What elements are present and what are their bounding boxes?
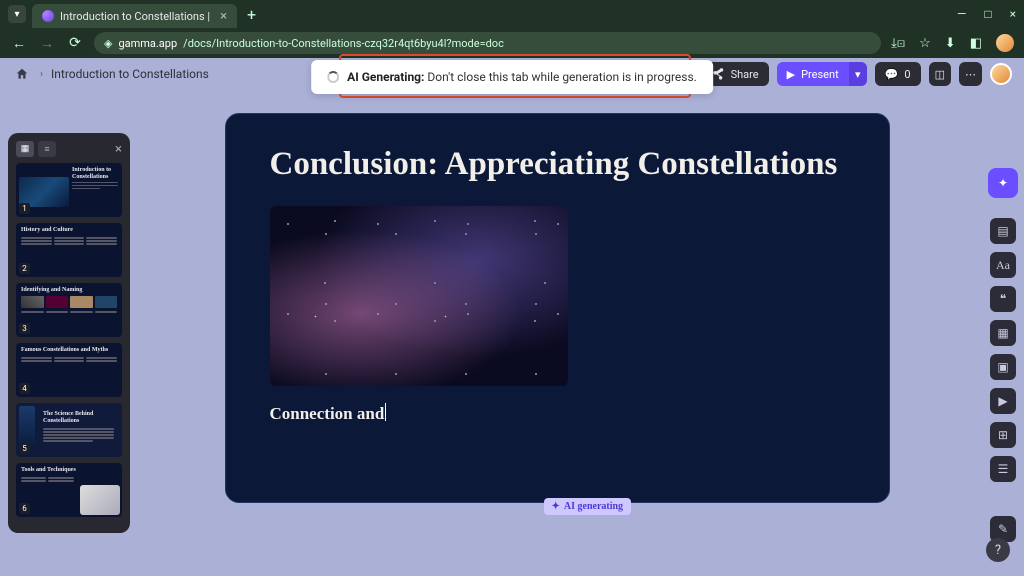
site-info-icon[interactable]: ◈ — [104, 37, 112, 50]
pencil-icon: ✎ — [998, 522, 1008, 536]
forward-button[interactable]: → — [38, 35, 56, 52]
text-aa-icon: Aa — [996, 258, 1010, 273]
browser-tab-bar: ▾ Introduction to Constellations | × + —… — [0, 0, 1024, 28]
slide-image[interactable] — [270, 206, 568, 386]
help-icon: ? — [995, 543, 1001, 558]
present-button[interactable]: ▶ Present ▾ — [777, 62, 867, 86]
slide-subheading[interactable]: Connection and — [270, 404, 385, 424]
slide-thumb-4[interactable]: Famous Constellations and Myths 4 — [16, 343, 122, 397]
ai-assistant-button[interactable]: ✦ — [988, 168, 1018, 198]
back-button[interactable]: ← — [10, 35, 28, 52]
canvas[interactable]: Conclusion: Appreciating Constellations … — [130, 58, 1024, 576]
tab-title: Introduction to Constellations | — [60, 10, 210, 23]
bookmark-icon[interactable]: ☆ — [919, 36, 931, 51]
layout-button[interactable]: ▦ — [990, 320, 1016, 346]
extensions-icon[interactable]: ◧ — [970, 36, 982, 51]
present-label: Present — [801, 68, 839, 81]
profile-avatar-icon[interactable] — [996, 34, 1014, 52]
breadcrumb-chevron-icon: › — [40, 69, 43, 80]
play-icon: ▶ — [787, 68, 795, 81]
right-tool-rail: ▤ Aa ❝ ▦ ▣ ▶ ⊞ ☰ ✎ — [988, 218, 1018, 542]
spinner-icon — [327, 71, 339, 83]
card-templates-button[interactable]: ▤ — [990, 218, 1016, 244]
close-tab-icon[interactable]: × — [220, 9, 227, 24]
form-icon: ☰ — [998, 462, 1009, 476]
present-dropdown[interactable]: ▾ — [849, 62, 867, 86]
more-icon: ⋯ — [965, 68, 976, 81]
comment-icon: 💬 — [885, 68, 899, 81]
slide-thumbnails-panel: ▦ ≡ × Introduction to Constellations 1 H… — [8, 133, 130, 533]
current-slide[interactable]: Conclusion: Appreciating Constellations … — [225, 113, 890, 503]
embed-button[interactable]: ▶ — [990, 388, 1016, 414]
ai-generating-toast: AI Generating: Don't close this tab whil… — [311, 60, 713, 94]
form-button[interactable]: ☰ — [990, 456, 1016, 482]
help-button[interactable]: ? — [986, 538, 1010, 562]
home-button[interactable] — [12, 64, 32, 84]
slide-thumb-6[interactable]: Tools and Techniques 6 — [16, 463, 122, 517]
close-window-icon[interactable]: × — [1010, 7, 1016, 21]
maximize-icon[interactable]: □ — [984, 7, 991, 21]
text-cursor — [385, 403, 386, 421]
callout-icon: ❝ — [1000, 292, 1006, 306]
toast-message: Don't close this tab while generation is… — [427, 70, 696, 84]
outline-view-tab[interactable]: ≡ — [38, 141, 56, 157]
more-menu-button[interactable]: ⋯ — [959, 62, 982, 86]
layout-icon: ▦ — [997, 326, 1008, 340]
address-bar[interactable]: ◈ gamma.app/docs/Introduction-to-Constel… — [94, 32, 881, 54]
callout-button[interactable]: ❝ — [990, 286, 1016, 312]
visual-button[interactable]: ▣ — [990, 354, 1016, 380]
browser-toolbar: ← → ⟳ ◈ gamma.app/docs/Introduction-to-C… — [0, 28, 1024, 58]
slide-thumb-5[interactable]: The Science Behind Constellations 5 — [16, 403, 122, 457]
slide-thumb-2[interactable]: History and Culture 2 — [16, 223, 122, 277]
video-icon: ▶ — [998, 394, 1007, 408]
new-tab-button[interactable]: + — [247, 5, 256, 24]
slide-thumb-1[interactable]: Introduction to Constellations 1 — [16, 163, 122, 217]
sparkle-ai-icon: ✦ — [998, 176, 1008, 190]
analytics-button[interactable]: ◫ — [929, 62, 951, 86]
user-avatar[interactable] — [990, 63, 1012, 85]
comments-button[interactable]: 💬 0 — [875, 62, 921, 86]
share-label: Share — [731, 68, 759, 81]
filmstrip-view-tab[interactable]: ▦ — [16, 141, 34, 157]
reload-button[interactable]: ⟳ — [66, 35, 84, 51]
analytics-icon: ◫ — [935, 68, 945, 81]
url-domain: gamma.app — [118, 37, 177, 50]
templates-icon: ▤ — [997, 224, 1008, 238]
slide-heading[interactable]: Conclusion: Appreciating Constellations — [270, 146, 845, 184]
workspace: › Introduction to Constellations Theme S… — [0, 58, 1024, 576]
table-icon: ⊞ — [998, 428, 1008, 442]
install-app-icon[interactable]: ⤓⊡ — [891, 36, 905, 51]
image-icon: ▣ — [997, 360, 1008, 374]
tab-search-dropdown[interactable]: ▾ — [8, 5, 26, 23]
gamma-favicon-icon — [42, 10, 54, 22]
toast-strong: AI Generating: — [347, 70, 424, 84]
slide-thumb-3[interactable]: Identifying and Naming 3 — [16, 283, 122, 337]
browser-tab[interactable]: Introduction to Constellations | × — [32, 4, 237, 28]
thumbnail-list: Introduction to Constellations 1 History… — [16, 163, 122, 517]
comment-count: 0 — [904, 68, 910, 81]
table-button[interactable]: ⊞ — [990, 422, 1016, 448]
minimize-icon[interactable]: — — [957, 7, 966, 21]
ai-generating-chip: AI generating — [544, 498, 632, 515]
doc-title[interactable]: Introduction to Constellations — [51, 67, 209, 81]
close-panel-button[interactable]: × — [115, 142, 122, 157]
ai-chip-label: AI generating — [564, 501, 623, 512]
downloads-icon[interactable]: ⬇ — [945, 36, 956, 51]
url-path: /docs/Introduction-to-Constellations-czq… — [183, 37, 504, 50]
window-controls: — □ × — [957, 7, 1016, 21]
text-formatting-button[interactable]: Aa — [990, 252, 1016, 278]
